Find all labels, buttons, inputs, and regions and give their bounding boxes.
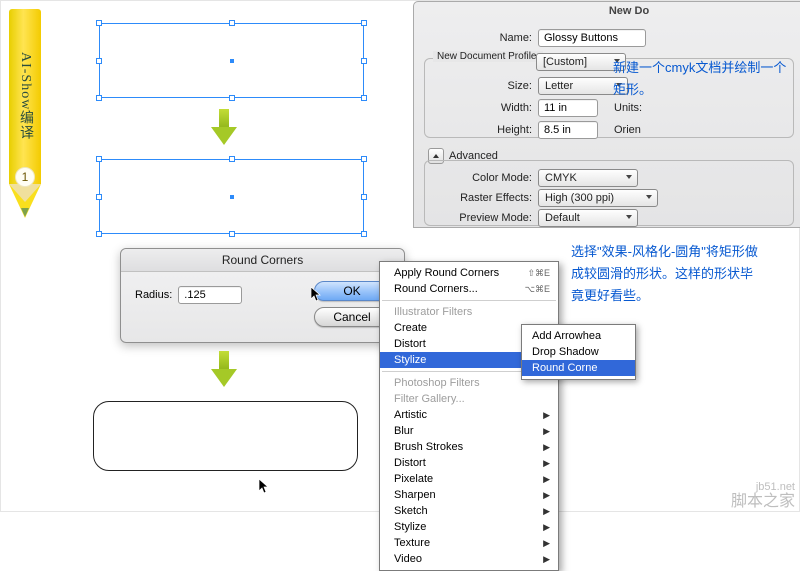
cursor-icon xyxy=(259,479,271,495)
handle xyxy=(361,194,367,200)
center-handle xyxy=(230,59,234,63)
handle xyxy=(96,20,102,26)
submenu-drop-shadow[interactable]: Drop Shadow xyxy=(522,344,635,360)
preview-select[interactable]: Default xyxy=(538,209,638,227)
menu-distort-ps[interactable]: Distort▶ xyxy=(380,455,558,471)
stylize-submenu: Add Arrowhea Drop Shadow Round Corne xyxy=(521,324,636,380)
pencil-badge: AI-Show编译 1 xyxy=(9,9,41,229)
size-label: Size: xyxy=(462,80,538,92)
radius-label: Radius: xyxy=(135,289,178,301)
preview-label: Preview Mode: xyxy=(450,212,538,224)
instruction-2: 选择"效果-风格化-圆角"将矩形做成较圆滑的形状。这样的形状毕竟更好看些。 xyxy=(571,241,761,307)
instruction-1: 新建一个cmyk文档并绘制一个矩形。 xyxy=(613,57,788,101)
height-label: Height: xyxy=(462,124,538,136)
menu-last-filter[interactable]: Round Corners...⌥⌘E xyxy=(380,281,558,297)
colormode-select[interactable]: CMYK xyxy=(538,169,638,187)
handle xyxy=(96,231,102,237)
round-corners-dialog: Round Corners Radius: OK Cancel xyxy=(120,248,405,343)
menu-blur[interactable]: Blur▶ xyxy=(380,423,558,439)
menu-group-illustrator: Illustrator Filters xyxy=(380,304,558,320)
menu-brush-strokes[interactable]: Brush Strokes▶ xyxy=(380,439,558,455)
handle xyxy=(96,156,102,162)
selected-rectangle-1 xyxy=(99,23,364,98)
menu-sketch[interactable]: Sketch▶ xyxy=(380,503,558,519)
submenu-round-corners[interactable]: Round Corne xyxy=(522,360,635,376)
height-input[interactable] xyxy=(538,121,598,139)
panel-title: New Do xyxy=(414,3,800,19)
handle xyxy=(96,194,102,200)
handle xyxy=(96,95,102,101)
new-document-panel: New Do Name: New Document Profile: [Cust… xyxy=(413,1,800,228)
handle xyxy=(229,20,235,26)
menu-apply-last[interactable]: Apply Round Corners⇧⌘E xyxy=(380,265,558,281)
arrow-down-icon xyxy=(211,351,237,391)
units-label: Units: xyxy=(598,102,642,114)
step-number: 1 xyxy=(15,167,35,187)
name-input[interactable] xyxy=(538,29,646,47)
handle xyxy=(361,156,367,162)
arrow-down-icon xyxy=(211,109,237,149)
handle xyxy=(361,95,367,101)
raster-select[interactable]: High (300 ppi) xyxy=(538,189,658,207)
pencil-lead xyxy=(21,208,29,217)
menu-sharpen[interactable]: Sharpen▶ xyxy=(380,487,558,503)
handle xyxy=(96,58,102,64)
radius-input[interactable] xyxy=(178,286,242,304)
rounded-rectangle xyxy=(93,401,358,471)
handle xyxy=(229,95,235,101)
menu-filter-gallery: Filter Gallery... xyxy=(380,391,558,407)
cursor-icon xyxy=(311,287,323,303)
selected-rectangle-2 xyxy=(99,159,364,234)
raster-label: Raster Effects: xyxy=(450,192,538,204)
menu-video[interactable]: Video▶ xyxy=(380,551,558,567)
menu-stylize-ps[interactable]: Stylize▶ xyxy=(380,519,558,535)
dialog-title: Round Corners xyxy=(121,249,404,272)
center-handle xyxy=(230,195,234,199)
watermark: jb51.net 脚本之家 xyxy=(731,481,795,511)
filter-menu: Apply Round Corners⇧⌘E Round Corners...⌥… xyxy=(379,261,559,571)
profile-legend: New Document Profile: xyxy=(433,51,543,62)
handle xyxy=(229,156,235,162)
width-label: Width: xyxy=(462,102,538,114)
submenu-add-arrowheads[interactable]: Add Arrowhea xyxy=(522,328,635,344)
orient-label: Orien xyxy=(598,124,641,136)
handle xyxy=(229,231,235,237)
handle xyxy=(361,58,367,64)
menu-artistic[interactable]: Artistic▶ xyxy=(380,407,558,423)
menu-pixelate[interactable]: Pixelate▶ xyxy=(380,471,558,487)
width-input[interactable] xyxy=(538,99,598,117)
handle xyxy=(361,231,367,237)
name-label: Name: xyxy=(462,32,538,44)
menu-texture[interactable]: Texture▶ xyxy=(380,535,558,551)
handle xyxy=(361,20,367,26)
colormode-label: Color Mode: xyxy=(450,172,538,184)
pencil-body: AI-Show编译 xyxy=(9,9,41,184)
